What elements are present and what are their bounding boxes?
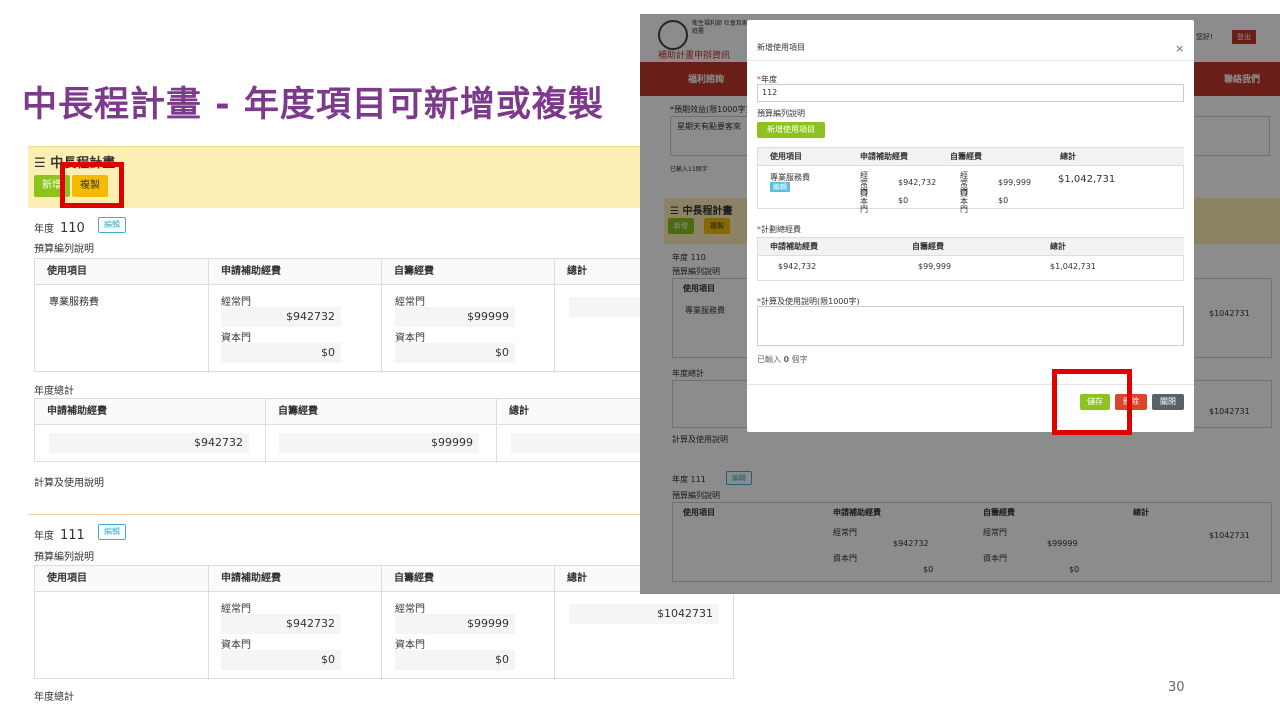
col-total: 總計 bbox=[1048, 148, 1184, 166]
col-self: 自籌經費 bbox=[900, 238, 1038, 256]
section-divider bbox=[28, 514, 740, 515]
year-label-text: 年度 bbox=[34, 531, 54, 542]
col-subsidy: 申請補助經費 bbox=[209, 566, 382, 592]
page-number: 30 bbox=[1168, 680, 1185, 695]
col-self: 自籌經費 bbox=[266, 399, 497, 425]
subsidy-regular-input[interactable]: $942732 bbox=[221, 307, 341, 327]
col-subsidy: 申請補助經費 bbox=[758, 238, 900, 256]
subsidy-capital-input[interactable]: $0 bbox=[221, 343, 341, 363]
col-sep bbox=[554, 592, 555, 680]
year-value: 111 bbox=[60, 528, 85, 543]
col-subsidy: 申請補助經費 bbox=[209, 259, 382, 285]
calc-label: 計算及使用說明 bbox=[34, 478, 104, 489]
self-regular-input[interactable]: $99999 bbox=[395, 307, 515, 327]
plan-self-value: $99,999 bbox=[918, 262, 952, 271]
char-prefix: 已輸入 bbox=[757, 355, 781, 364]
year-input[interactable]: 112 bbox=[757, 84, 1184, 102]
row-capital-label: 資本門 bbox=[860, 189, 868, 214]
col-item: 使用項目 bbox=[758, 148, 848, 166]
col-sep bbox=[208, 285, 209, 373]
edit-tag-text: 編輯 bbox=[770, 182, 790, 192]
regular-label: 經常門 bbox=[221, 604, 251, 615]
col-sep bbox=[208, 592, 209, 680]
modal-title: 新增使用項目 bbox=[757, 43, 805, 52]
year-label: 年度 110 bbox=[34, 220, 85, 236]
year-label: 年度 111 bbox=[34, 527, 85, 543]
calc-label-text: 計算及使用說明(限1000字) bbox=[761, 297, 860, 306]
modal-divider bbox=[747, 60, 1194, 61]
regular-label: 經常門 bbox=[395, 297, 425, 308]
plan-total-table: 申請補助經費 自籌經費 總計 $942,732 $99,999 $1,042,7… bbox=[757, 237, 1184, 281]
budget-table: 使用項目 申請補助經費 自籌經費 總計 專業服務費 經常門 $942732 資本… bbox=[34, 258, 735, 373]
budget-table: 使用項目 申請補助經費 自籌經費 總計 經常門 $942732 資本門 $0 經… bbox=[34, 565, 735, 680]
col-self: 自籌經費 bbox=[382, 566, 555, 592]
year-total-label: 年度總計 bbox=[34, 386, 74, 397]
self-regular-input[interactable]: $99999 bbox=[395, 614, 515, 634]
col-total: 總計 bbox=[1038, 238, 1184, 256]
slide: 中長程計畫 - 年度項目可新增或複製 ☰ 中長程計畫 新增 複製 年度 110 編… bbox=[0, 0, 1280, 720]
year-total-label: 年度總計 bbox=[34, 692, 74, 703]
year-value: 110 bbox=[60, 221, 85, 236]
highlight-copy bbox=[60, 162, 124, 208]
char-count: 已輸入 0 個字 bbox=[757, 354, 808, 365]
self-capital-input[interactable]: $0 bbox=[395, 343, 515, 363]
regular-label: 經常門 bbox=[395, 604, 425, 615]
budget-label: 預算編列說明 bbox=[757, 109, 805, 118]
col-sep bbox=[496, 425, 497, 463]
budget-desc-label: 預算編列說明 bbox=[34, 244, 94, 255]
capital-label: 資本門 bbox=[221, 333, 251, 344]
capital-label: 資本門 bbox=[221, 640, 251, 651]
col-sep bbox=[381, 592, 382, 680]
close-button[interactable]: 關閉 bbox=[1152, 394, 1184, 410]
col-self: 自籌經費 bbox=[382, 259, 555, 285]
col-item: 使用項目 bbox=[35, 566, 209, 592]
col-sep bbox=[381, 285, 382, 373]
plan-header: ☰ 中長程計畫 新增 複製 bbox=[28, 146, 740, 208]
char-suffix: 個字 bbox=[791, 355, 808, 364]
col-sep bbox=[265, 425, 266, 463]
year-self-input[interactable]: $99999 bbox=[279, 433, 479, 453]
char-count-value: 0 bbox=[783, 355, 790, 364]
capital-label: 資本門 bbox=[395, 333, 425, 344]
row-total: $1,042,731 bbox=[1058, 174, 1116, 185]
plan-total-value: $1,042,731 bbox=[1050, 262, 1096, 271]
subsidy-capital-input[interactable]: $0 bbox=[221, 650, 341, 670]
row-capital-label: 資本門 bbox=[960, 189, 968, 214]
col-subsidy: 申請補助經費 bbox=[848, 148, 938, 166]
modal-item-table: 使用項目 申請補助經費 自籌經費 總計 專業服務費 編輯 經常門 $942,73… bbox=[757, 147, 1184, 214]
plan-total-text: 計劃總經費 bbox=[761, 225, 801, 234]
plan-panel: ☰ 中長程計畫 新增 複製 年度 110 編輯 預算編列說明 使用項目 申請補助經… bbox=[28, 146, 740, 720]
highlight-save bbox=[1052, 369, 1132, 435]
add-item-button[interactable]: 新增使用項目 bbox=[757, 122, 825, 138]
row-subsidy-capital: $0 bbox=[898, 196, 909, 205]
close-icon[interactable]: × bbox=[1175, 42, 1184, 55]
subsidy-regular-input[interactable]: $942732 bbox=[221, 614, 341, 634]
year-label-text: 年度 bbox=[34, 224, 54, 235]
total-input[interactable]: $1042731 bbox=[569, 604, 719, 624]
edit-button[interactable]: 編輯 bbox=[98, 217, 126, 233]
self-capital-input[interactable]: $0 bbox=[395, 650, 515, 670]
year-label-text: 年度 bbox=[761, 75, 777, 84]
capital-label: 資本門 bbox=[395, 640, 425, 651]
col-subsidy: 申請補助經費 bbox=[35, 399, 266, 425]
year-total-table: 申請補助經費 自籌經費 總計 $942732 $99999 bbox=[34, 398, 735, 463]
budget-desc-label: 預算編列說明 bbox=[34, 552, 94, 563]
modal-screenshot: 衛生福利部 社會及家庭署 補助計畫申辦資訊 您好! 登出 福利諮詢 聯絡我們 *… bbox=[640, 14, 1280, 594]
regular-label: 經常門 bbox=[221, 297, 251, 308]
row-self-regular: $99,999 bbox=[998, 178, 1032, 187]
item-name: 專業服務費 bbox=[49, 297, 99, 308]
year-subsidy-input[interactable]: $942732 bbox=[49, 433, 249, 453]
col-self: 自籌經費 bbox=[938, 148, 1048, 166]
plan-subsidy-value: $942,732 bbox=[778, 262, 817, 271]
slide-title: 中長程計畫 - 年度項目可新增或複製 bbox=[22, 85, 604, 125]
row-edit-tag[interactable]: 編輯 bbox=[770, 182, 790, 192]
plan-total-label: *計劃總經費 bbox=[757, 224, 801, 235]
edit-button[interactable]: 編輯 bbox=[98, 524, 126, 540]
menu-icon: ☰ bbox=[34, 156, 46, 171]
row-subsidy-regular: $942,732 bbox=[898, 178, 937, 187]
col-item: 使用項目 bbox=[35, 259, 209, 285]
col-sep bbox=[554, 285, 555, 373]
calc-textarea[interactable] bbox=[757, 306, 1184, 346]
row-self-capital: $0 bbox=[998, 196, 1009, 205]
